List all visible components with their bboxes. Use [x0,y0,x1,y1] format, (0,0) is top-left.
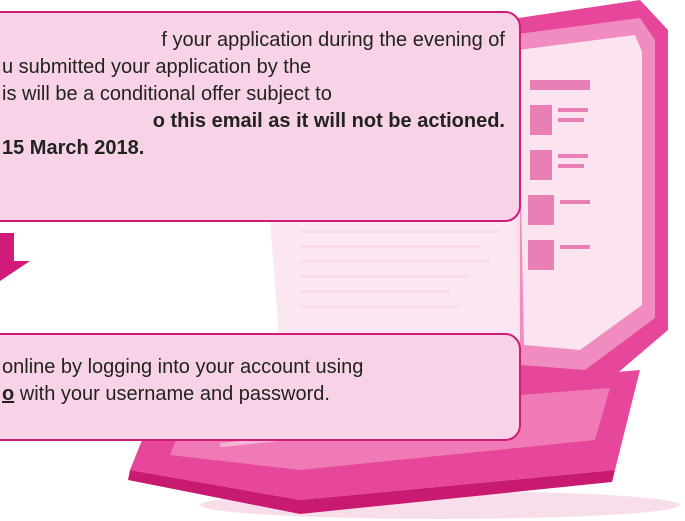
login-text-line-2: o with your username and password. [0,381,505,408]
callout-text-line-1: f your application during the evening of [161,29,505,51]
laptop-screen-middle [270,210,520,350]
down-arrow-icon [0,233,30,281]
login-link[interactable]: o [2,383,14,405]
login-text-rest: with your username and password. [14,383,330,405]
promo-illustration: f your application during the evening of… [0,0,685,521]
callout-date-line: 15 March 2018. [2,137,145,159]
application-info-callout: f your application during the evening of… [0,11,521,222]
callout-text-line-3: is will be a conditional offer subject t… [2,83,332,105]
online-login-callout: online by logging into your account usin… [0,333,521,441]
callout-warning-line: o this email as it will not be actioned. [152,110,505,132]
laptop-side-port [630,440,650,444]
callout-text-line-2: u submitted your application by the [2,56,312,78]
login-text-line-1: online by logging into your account usin… [2,356,364,378]
